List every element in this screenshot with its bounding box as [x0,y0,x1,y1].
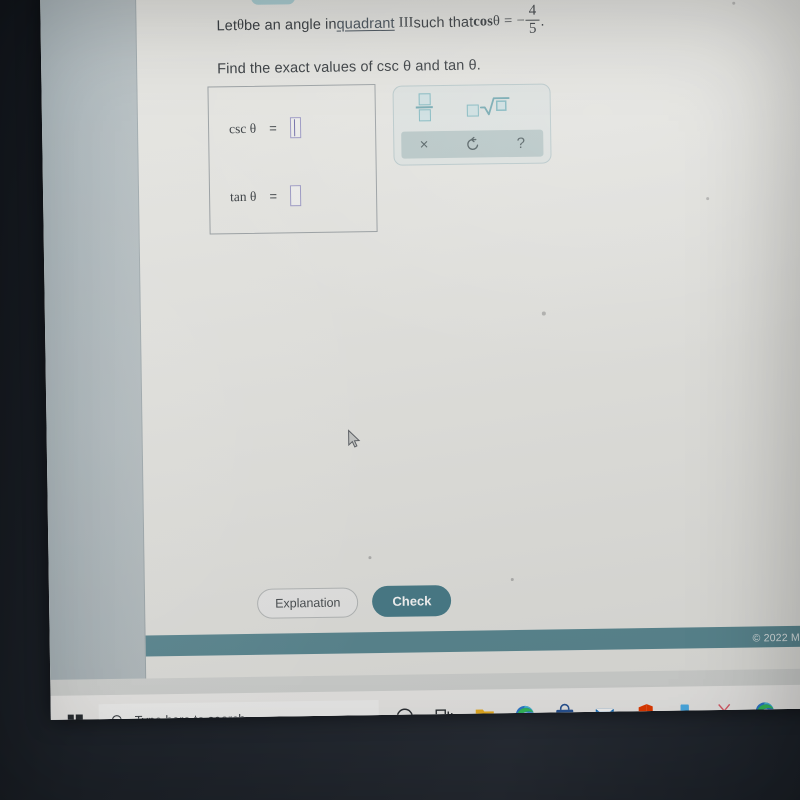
minus-sign: − [516,12,525,30]
browser-page: Let θ be an angle in quadrant III such t… [40,0,800,720]
problem-line-1: Let θ be an angle in quadrant III such t… [216,1,776,43]
problem-line-2: Find the exact values of csc θ and tan θ… [217,57,481,78]
square-root-template-icon[interactable] [466,96,510,117]
mouse-pointer [348,429,361,448]
equals-sign-csc: = [269,120,277,136]
cos-label: cos [473,13,494,30]
file-explorer-icon[interactable] [465,695,506,720]
root-index-placeholder [466,104,479,117]
quadrant-link[interactable]: quadrant [336,15,394,32]
edge-browser-icon-2[interactable] [744,691,785,720]
period: . [540,13,545,30]
palette-templates [393,84,550,128]
clear-button[interactable]: × [420,136,429,153]
windows-taskbar: Type here to search [50,684,800,720]
tan-theta-label: tan θ [229,188,257,204]
math-palette: × ? [392,83,552,166]
taskbar-apps [385,691,786,720]
start-button[interactable] [51,713,99,720]
fraction-denominator-placeholder [418,109,431,122]
laptop-screen: Let θ be an angle in quadrant III such t… [40,0,800,720]
tan-answer-input[interactable] [289,185,302,207]
cortana-circle-icon[interactable] [385,696,426,720]
fraction-bar-icon [415,106,433,109]
main-content: Let θ be an angle in quadrant III such t… [135,0,800,679]
fraction-four-fifths: 4 5 [525,2,540,38]
office-icon[interactable] [624,693,665,720]
fraction-template-icon[interactable] [415,92,433,122]
check-button[interactable]: Check [372,584,452,618]
quadrant-numeral: III [398,14,414,31]
microsoft-store-icon[interactable] [545,694,586,720]
equals-sign-tan: = [269,188,278,204]
dust-speck [368,556,372,560]
action-bar: Explanation Check [256,584,452,619]
dust-speck [732,1,736,5]
left-sidebar [40,0,147,680]
csc-theta-label: csc θ [228,120,257,136]
blue-app-icon[interactable] [664,692,705,720]
palette-tools: × ? [401,129,544,159]
dust-speck [510,578,514,582]
dust-speck [541,311,546,316]
search-placeholder: Type here to search [134,712,246,720]
search-icon [111,714,122,720]
answer-row-tan: tan θ = [229,185,302,207]
snip-sketch-icon[interactable] [704,692,745,720]
fraction-denominator: 5 [528,20,537,38]
footer-bar [145,625,800,657]
laptop-photo-background: Let θ be an angle in quadrant III such t… [0,0,800,800]
answer-box: csc θ = tan θ = [207,84,378,235]
edge-browser-icon[interactable] [505,695,546,720]
undo-button[interactable] [465,136,480,151]
dust-speck [706,197,710,201]
taskbar-search[interactable]: Type here to search [98,700,380,720]
task-view-icon[interactable] [425,696,466,720]
text-angle-in: be an angle in [243,16,337,34]
mail-icon[interactable] [585,693,626,720]
equals-sign: = [503,13,513,30]
problem-statement: Let θ be an angle in quadrant III such t… [216,1,777,78]
chevron-down-icon[interactable] [250,0,296,5]
explanation-button[interactable]: Explanation [256,586,359,619]
csc-answer-input[interactable] [289,117,301,139]
help-button[interactable]: ? [517,135,526,152]
text-such-that: such that [413,14,474,32]
answer-row-csc: csc θ = [229,117,301,139]
windows-logo-icon [67,713,83,720]
copyright-text: © 2022 McG [752,631,800,645]
text-let: Let [216,17,238,35]
fraction-numerator-placeholder [418,92,431,105]
fraction-numerator: 4 [528,2,537,19]
